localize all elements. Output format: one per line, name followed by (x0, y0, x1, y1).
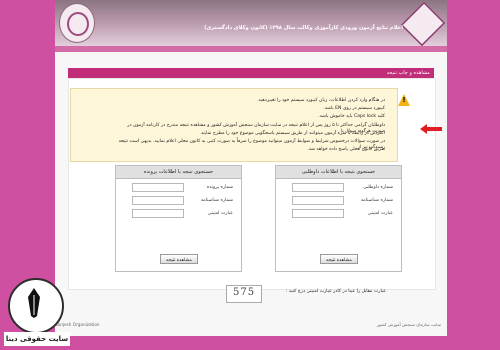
institution-emblem-icon (400, 1, 446, 47)
pen-logo-icon (28, 288, 40, 318)
notice-line: اعتراض در رابطه با نمره آزمون میتوانند ا… (201, 131, 385, 136)
notice-line: کیبورد سیستم در روی EN باشد. (323, 106, 385, 111)
organization-emblem-icon (59, 3, 95, 43)
field-label: عبارت امنیتی (207, 211, 233, 216)
panel-title: جستجوی نتیجه با اطلاعات داوطلبی (276, 166, 401, 179)
site-header: اعلام نتایج آزمون ورودی کارآموزی وکالت س… (55, 0, 447, 47)
watermark-badge: سایت حقوقی دینا (0, 278, 70, 350)
view-result-button[interactable]: مشاهده نتیجه (160, 254, 198, 264)
file-search-panel: جستجوی نتیجه با اطلاعات پرونده شماره پرو… (115, 165, 242, 272)
captcha-value: 575 (233, 287, 256, 298)
footer-left: Sanjesh Organization (55, 322, 100, 327)
notice-line: طریق کانون محلی پاسخ داده خواهد شد. (307, 147, 385, 152)
candidate-search-panel: جستجوی نتیجه با اطلاعات داوطلبی شماره دا… (275, 165, 402, 272)
page-title: اعلام نتایج آزمون ورودی کارآموزی وکالت س… (204, 25, 403, 31)
field-label: شماره داوطلبی (363, 185, 393, 190)
brand-text: سایت حقوقی دینا (4, 332, 70, 346)
captcha-label: عبارت مقابل را عینا در کادر عبارت امنیتی… (285, 289, 386, 294)
red-arrow-icon (420, 124, 442, 134)
id-number-input[interactable] (132, 196, 184, 205)
field-label: شماره شناسنامه (360, 198, 393, 203)
captcha-row: 575 عبارت مقابل را عینا در کادر عبارت ام… (226, 285, 386, 303)
captcha-image: 575 (226, 285, 262, 303)
notice-line: کلید Caps lock باید خاموش باشد. (318, 114, 385, 119)
file-number-input[interactable] (132, 183, 184, 192)
candidate-number-input[interactable] (292, 183, 344, 192)
field-label: عبارت امنیتی (367, 211, 393, 216)
id-number-input[interactable] (292, 196, 344, 205)
field-label: شماره پرونده (206, 185, 233, 190)
notice-line: در هنگام وارد کردن اطلاعات، زبان کیبورد … (257, 98, 385, 103)
panel-title: جستجوی نتیجه با اطلاعات پرونده (116, 166, 241, 179)
browser-page: اعلام نتایج آزمون ورودی کارآموزی وکالت س… (55, 0, 447, 336)
field-label: شماره شناسنامه (200, 198, 233, 203)
footer-right: سایت سازمان سنجش آموزش کشور (376, 322, 441, 327)
view-result-button[interactable]: مشاهده نتیجه (320, 254, 358, 264)
security-code-input[interactable] (292, 209, 344, 218)
security-code-input[interactable] (132, 209, 184, 218)
section-title: مشاهده و چاپ نتیجه (68, 68, 434, 78)
header-divider (55, 46, 447, 52)
